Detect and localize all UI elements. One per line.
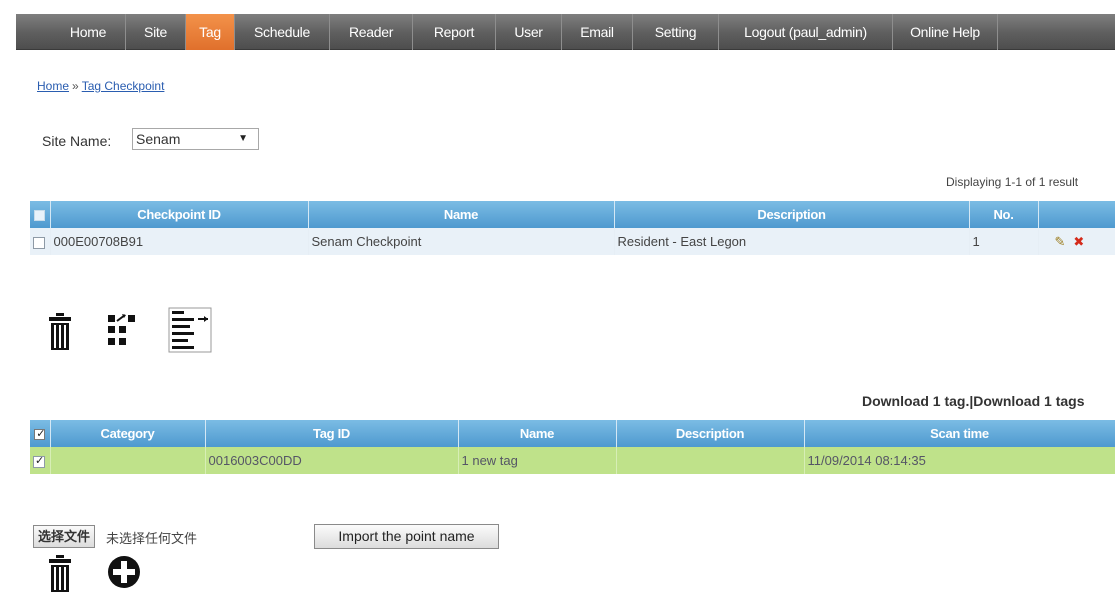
- list-add-icon[interactable]: [168, 307, 214, 358]
- col-checkpoint-id[interactable]: Checkpoint ID: [50, 201, 309, 228]
- col-tag-id[interactable]: Tag ID: [205, 420, 459, 447]
- trash-icon[interactable]: [49, 313, 71, 350]
- cell-actions: ✎ ✖: [1038, 228, 1115, 255]
- col-tag-description[interactable]: Description: [616, 420, 805, 447]
- nav-tag[interactable]: Tag: [186, 14, 235, 50]
- nav-schedule[interactable]: Schedule: [235, 14, 330, 50]
- displaying-count: Displaying 1-1 of 1 result: [946, 175, 1079, 189]
- nav-home[interactable]: Home: [51, 14, 126, 50]
- chevron-down-icon: ▼: [238, 133, 248, 144]
- col-no[interactable]: No.: [969, 201, 1039, 228]
- table-row: 0016003C00DD 1 new tag 11/09/2014 08:14:…: [30, 447, 1115, 474]
- nav-reader[interactable]: Reader: [330, 14, 413, 50]
- col-name[interactable]: Name: [308, 201, 615, 228]
- table-row: 000E00708B91 Senam Checkpoint Resident -…: [30, 228, 1115, 255]
- breadcrumb-home-link[interactable]: Home: [37, 79, 69, 93]
- cell-description: Resident - East Legon: [614, 228, 970, 255]
- select-all-checkbox[interactable]: [34, 210, 46, 222]
- cell-tag-name: 1 new tag: [458, 447, 617, 474]
- cell-tag-id: 0016003C00DD: [205, 447, 459, 474]
- site-name-value: Senam: [136, 131, 181, 147]
- cell-checkpoint-id: 000E00708B91: [50, 228, 309, 255]
- checkpoint-table: Checkpoint ID Name Description No. 000E0…: [30, 201, 1115, 255]
- nav-site[interactable]: Site: [126, 14, 186, 50]
- nav-report[interactable]: Report: [413, 14, 496, 50]
- breadcrumb: Home» Tag Checkpoint: [37, 79, 164, 93]
- col-tag-name[interactable]: Name: [458, 420, 617, 447]
- grid-move-icon[interactable]: [105, 311, 145, 356]
- tag-select-all-checkbox-cell: [30, 420, 51, 447]
- download-tag-link[interactable]: Download 1 tag.: [862, 393, 969, 409]
- checkpoint-header-row: Checkpoint ID Name Description No.: [30, 201, 1115, 228]
- breadcrumb-separator: »: [72, 79, 79, 93]
- nav-user[interactable]: User: [496, 14, 562, 50]
- tag-row-checkbox[interactable]: [33, 454, 45, 468]
- row-checkbox-cell: [30, 228, 51, 255]
- tag-select-all-checkbox[interactable]: [34, 427, 46, 441]
- download-tags-link[interactable]: Download 1 tags: [973, 393, 1084, 409]
- import-point-name-button[interactable]: Import the point name: [314, 524, 499, 549]
- breadcrumb-tag-checkpoint-link[interactable]: Tag Checkpoint: [82, 79, 165, 93]
- x-icon[interactable]: ✖: [1073, 234, 1084, 250]
- col-scan-time[interactable]: Scan time: [804, 420, 1115, 447]
- nav-logout[interactable]: Logout (paul_admin): [719, 14, 893, 50]
- tag-header-row: Category Tag ID Name Description Scan ti…: [30, 420, 1115, 447]
- col-category[interactable]: Category: [50, 420, 206, 447]
- site-name-label: Site Name:: [42, 133, 112, 149]
- nav-email[interactable]: Email: [562, 14, 633, 50]
- cell-no: 1: [969, 228, 1039, 255]
- cell-scan-time: 11/09/2014 08:14:35: [804, 447, 1115, 474]
- col-actions: [1038, 201, 1115, 228]
- select-all-checkbox-cell: [30, 201, 51, 228]
- cell-tag-description: [616, 447, 805, 474]
- tag-row-checkbox-cell: [30, 447, 51, 474]
- cell-category: [50, 447, 206, 474]
- nav-setting[interactable]: Setting: [633, 14, 719, 50]
- top-nav: Home Site Tag Schedule Reader Report Use…: [16, 14, 1115, 50]
- download-links: Download 1 tag.|Download 1 tags: [862, 393, 1085, 409]
- pencil-icon[interactable]: ✎: [1055, 234, 1066, 250]
- col-description[interactable]: Description: [614, 201, 970, 228]
- site-name-select[interactable]: Senam ▼: [132, 128, 259, 150]
- plus-circle-icon[interactable]: [107, 555, 141, 589]
- trash-icon[interactable]: [49, 555, 71, 592]
- tag-table: Category Tag ID Name Description Scan ti…: [30, 420, 1115, 474]
- choose-file-button[interactable]: 选择文件: [33, 525, 96, 548]
- cell-name: Senam Checkpoint: [308, 228, 615, 255]
- file-status-text: 未选择任何文件: [106, 531, 198, 546]
- nav-online-help[interactable]: Online Help: [893, 14, 998, 50]
- row-checkbox[interactable]: [33, 236, 45, 249]
